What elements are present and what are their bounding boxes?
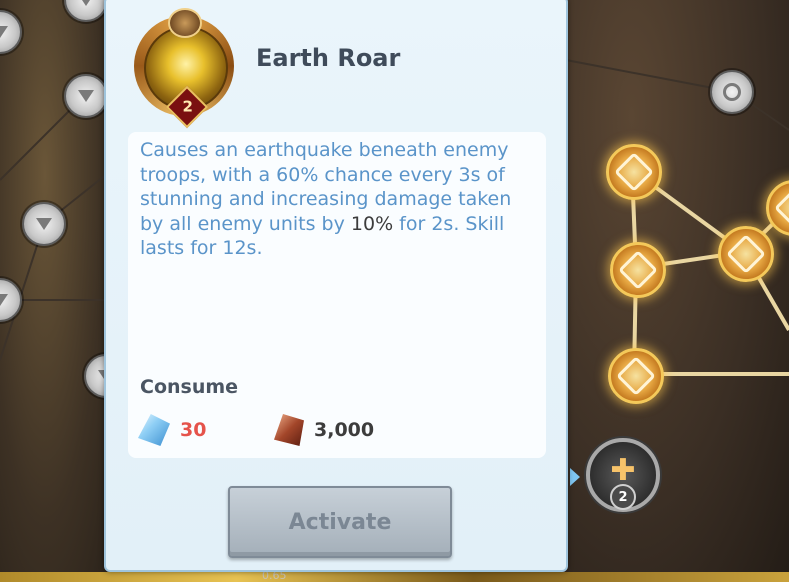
crystal-cost-value: 30	[180, 419, 207, 441]
tree-node-selected[interactable]: ✚ 2	[586, 438, 660, 512]
tree-node-locked[interactable]	[710, 70, 754, 114]
tree-node-unlocked[interactable]	[606, 144, 662, 200]
triangle-icon	[78, 90, 94, 102]
bottom-decoration	[0, 572, 789, 582]
tree-node-locked[interactable]	[22, 202, 66, 246]
star-emblem-icon	[614, 152, 654, 192]
cost-crystal: 30	[138, 414, 206, 446]
cost-ore: 3,000	[274, 414, 374, 446]
description-highlight: 10%	[350, 212, 394, 235]
ore-icon	[274, 414, 304, 446]
star-emblem-icon	[726, 234, 766, 274]
description-box: Causes an earthquake beneath enemy troop…	[128, 132, 546, 458]
selection-arrow-icon	[570, 468, 580, 486]
star-emblem-icon	[616, 356, 656, 396]
triangle-icon	[0, 294, 8, 306]
consume-label: Consume	[140, 376, 239, 398]
ring-icon	[723, 83, 741, 101]
ore-cost-value: 3,000	[314, 419, 375, 441]
skill-title: Earth Roar	[256, 44, 401, 72]
skill-detail-panel: 2 Earth Roar Causes an earthquake beneat…	[104, 0, 568, 572]
tree-node-unlocked[interactable]	[608, 348, 664, 404]
triangle-icon	[36, 218, 52, 230]
star-emblem-icon	[618, 250, 658, 290]
medal-crest	[168, 8, 202, 38]
tree-node-unlocked[interactable]	[718, 226, 774, 282]
node-level-badge: 2	[610, 484, 636, 510]
triangle-icon	[0, 26, 8, 38]
tree-node-unlocked[interactable]	[610, 242, 666, 298]
activate-button[interactable]: Activate	[228, 486, 452, 558]
plus-icon: ✚	[610, 453, 636, 488]
crystal-icon	[138, 414, 170, 446]
tree-node-locked[interactable]	[64, 74, 108, 118]
skill-description: Causes an earthquake beneath enemy troop…	[140, 138, 538, 261]
skill-medal-icon: 2	[130, 8, 238, 129]
star-emblem-icon	[774, 188, 789, 228]
skill-level-value: 2	[182, 97, 193, 116]
triangle-icon	[78, 0, 94, 6]
